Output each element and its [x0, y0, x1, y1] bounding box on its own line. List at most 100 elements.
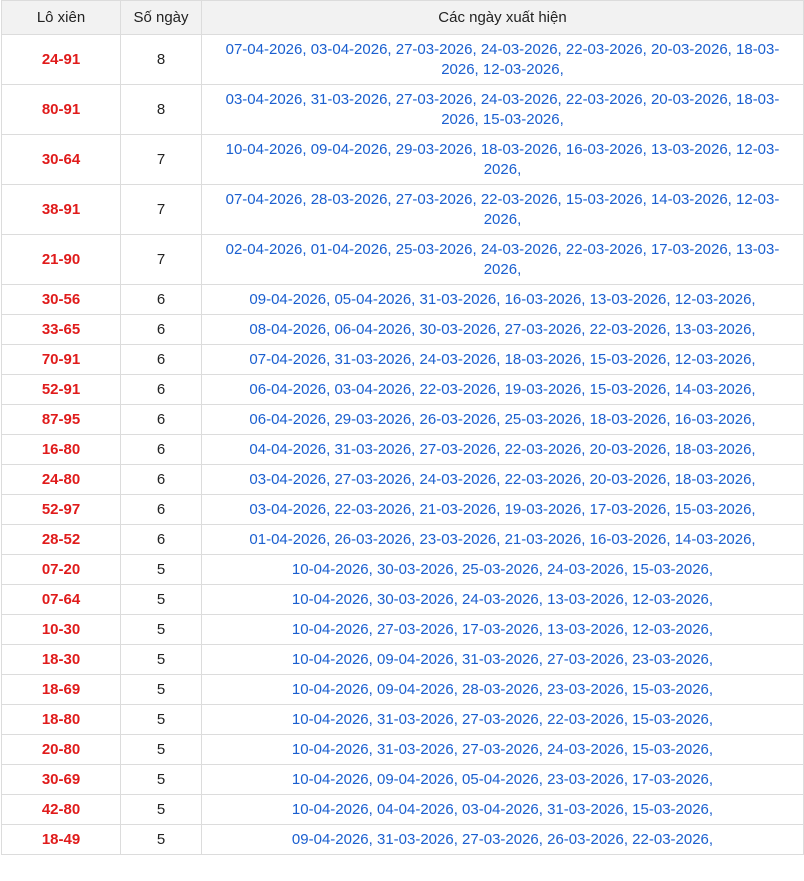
- table-row: 24-91 8 07-04-2026, 03-04-2026, 27-03-2026…: [1, 34, 804, 85]
- pair-cell: 33-65: [1, 314, 121, 345]
- table-row: 42-80 5 10-04-2026, 04-04-2026, 03-04-2026…: [1, 794, 804, 825]
- header-count: Số ngày: [120, 0, 202, 35]
- count-cell: 7: [120, 234, 202, 285]
- pair-cell: 16-80: [1, 434, 121, 465]
- pair-cell: 87-95: [1, 404, 121, 435]
- table-row: 07-20 5 10-04-2026, 30-03-2026, 25-03-2026…: [1, 554, 804, 585]
- pair-cell: 07-20: [1, 554, 121, 585]
- dates-cell: 08-04-2026, 06-04-2026, 30-03-2026, 27-0…: [201, 314, 804, 345]
- pair-cell: 07-64: [1, 584, 121, 615]
- table-row: 38-91 7 07-04-2026, 28-03-2026, 27-03-2026…: [1, 184, 804, 235]
- table-row: 28-52 6 01-04-2026, 26-03-2026, 23-03-2026…: [1, 524, 804, 555]
- count-cell: 6: [120, 314, 202, 345]
- dates-cell: 10-04-2026, 09-04-2026, 28-03-2026, 23-0…: [201, 674, 804, 705]
- table-row: 18-49 5 09-04-2026, 31-03-2026, 27-03-2026…: [1, 824, 804, 855]
- header-dates: Các ngày xuất hiện: [201, 0, 804, 35]
- dates-cell: 10-04-2026, 31-03-2026, 27-03-2026, 22-0…: [201, 704, 804, 735]
- count-cell: 6: [120, 524, 202, 555]
- count-cell: 7: [120, 184, 202, 235]
- count-cell: 5: [120, 704, 202, 735]
- count-cell: 5: [120, 674, 202, 705]
- pair-cell: 52-97: [1, 494, 121, 525]
- table-row: 16-80 6 04-04-2026, 31-03-2026, 27-03-2026…: [1, 434, 804, 465]
- dates-cell: 04-04-2026, 31-03-2026, 27-03-2026, 22-0…: [201, 434, 804, 465]
- dates-cell: 09-04-2026, 31-03-2026, 27-03-2026, 26-0…: [201, 824, 804, 855]
- dates-cell: 07-04-2026, 31-03-2026, 24-03-2026, 18-0…: [201, 344, 804, 375]
- count-cell: 6: [120, 374, 202, 405]
- count-cell: 7: [120, 134, 202, 185]
- dates-cell: 10-04-2026, 09-04-2026, 29-03-2026, 18-0…: [201, 134, 804, 185]
- count-cell: 5: [120, 614, 202, 645]
- pair-cell: 70-91: [1, 344, 121, 375]
- count-cell: 6: [120, 434, 202, 465]
- count-cell: 6: [120, 284, 202, 315]
- dates-cell: 07-04-2026, 28-03-2026, 27-03-2026, 22-0…: [201, 184, 804, 235]
- pair-cell: 52-91: [1, 374, 121, 405]
- table-body: 24-91 8 07-04-2026, 03-04-2026, 27-03-2026…: [1, 34, 804, 855]
- dates-cell: 10-04-2026, 04-04-2026, 03-04-2026, 31-0…: [201, 794, 804, 825]
- pair-cell: 42-80: [1, 794, 121, 825]
- dates-cell: 09-04-2026, 05-04-2026, 31-03-2026, 16-0…: [201, 284, 804, 315]
- table-row: 80-91 8 03-04-2026, 31-03-2026, 27-03-2026…: [1, 84, 804, 135]
- pair-cell: 24-91: [1, 34, 121, 85]
- dates-cell: 06-04-2026, 29-03-2026, 26-03-2026, 25-0…: [201, 404, 804, 435]
- pair-cell: 18-80: [1, 704, 121, 735]
- table-row: 18-69 5 10-04-2026, 09-04-2026, 28-03-2026…: [1, 674, 804, 705]
- pair-cell: 18-69: [1, 674, 121, 705]
- count-cell: 5: [120, 794, 202, 825]
- pair-cell: 10-30: [1, 614, 121, 645]
- pair-cell: 38-91: [1, 184, 121, 235]
- table-row: 30-56 6 09-04-2026, 05-04-2026, 31-03-2026…: [1, 284, 804, 315]
- table-row: 52-97 6 03-04-2026, 22-03-2026, 21-03-2026…: [1, 494, 804, 525]
- dates-cell: 10-04-2026, 09-04-2026, 31-03-2026, 27-0…: [201, 644, 804, 675]
- table-row: 07-64 5 10-04-2026, 30-03-2026, 24-03-2026…: [1, 584, 804, 615]
- count-cell: 6: [120, 344, 202, 375]
- dates-cell: 03-04-2026, 27-03-2026, 24-03-2026, 22-0…: [201, 464, 804, 495]
- dates-cell: 03-04-2026, 22-03-2026, 21-03-2026, 19-0…: [201, 494, 804, 525]
- table-row: 18-80 5 10-04-2026, 31-03-2026, 27-03-2026…: [1, 704, 804, 735]
- pair-cell: 80-91: [1, 84, 121, 135]
- table-row: 87-95 6 06-04-2026, 29-03-2026, 26-03-2026…: [1, 404, 804, 435]
- count-cell: 5: [120, 824, 202, 855]
- pair-cell: 18-30: [1, 644, 121, 675]
- table-row: 52-91 6 06-04-2026, 03-04-2026, 22-03-2026…: [1, 374, 804, 405]
- table-row: 70-91 6 07-04-2026, 31-03-2026, 24-03-2026…: [1, 344, 804, 375]
- dates-cell: 10-04-2026, 31-03-2026, 27-03-2026, 24-0…: [201, 734, 804, 765]
- lo-xien-table: Lô xiên Số ngày Các ngày xuất hiện 24-91…: [1, 0, 804, 855]
- dates-cell: 10-04-2026, 27-03-2026, 17-03-2026, 13-0…: [201, 614, 804, 645]
- pair-cell: 20-80: [1, 734, 121, 765]
- table-header-row: Lô xiên Số ngày Các ngày xuất hiện: [1, 0, 804, 35]
- pair-cell: 24-80: [1, 464, 121, 495]
- pair-cell: 18-49: [1, 824, 121, 855]
- dates-cell: 01-04-2026, 26-03-2026, 23-03-2026, 21-0…: [201, 524, 804, 555]
- table-row: 18-30 5 10-04-2026, 09-04-2026, 31-03-2026…: [1, 644, 804, 675]
- dates-cell: 02-04-2026, 01-04-2026, 25-03-2026, 24-0…: [201, 234, 804, 285]
- table-row: 33-65 6 08-04-2026, 06-04-2026, 30-03-2026…: [1, 314, 804, 345]
- dates-cell: 10-04-2026, 30-03-2026, 25-03-2026, 24-0…: [201, 554, 804, 585]
- table-row: 24-80 6 03-04-2026, 27-03-2026, 24-03-2026…: [1, 464, 804, 495]
- count-cell: 5: [120, 644, 202, 675]
- table-row: 21-90 7 02-04-2026, 01-04-2026, 25-03-2026…: [1, 234, 804, 285]
- count-cell: 5: [120, 584, 202, 615]
- table-row: 30-69 5 10-04-2026, 09-04-2026, 05-04-2026…: [1, 764, 804, 795]
- count-cell: 8: [120, 84, 202, 135]
- count-cell: 6: [120, 494, 202, 525]
- count-cell: 6: [120, 464, 202, 495]
- count-cell: 5: [120, 734, 202, 765]
- header-pair: Lô xiên: [1, 0, 121, 35]
- count-cell: 8: [120, 34, 202, 85]
- pair-cell: 21-90: [1, 234, 121, 285]
- pair-cell: 30-56: [1, 284, 121, 315]
- count-cell: 6: [120, 404, 202, 435]
- pair-cell: 30-69: [1, 764, 121, 795]
- table-row: 10-30 5 10-04-2026, 27-03-2026, 17-03-2026…: [1, 614, 804, 645]
- dates-cell: 06-04-2026, 03-04-2026, 22-03-2026, 19-0…: [201, 374, 804, 405]
- pair-cell: 30-64: [1, 134, 121, 185]
- dates-cell: 03-04-2026, 31-03-2026, 27-03-2026, 24-0…: [201, 84, 804, 135]
- pair-cell: 28-52: [1, 524, 121, 555]
- dates-cell: 10-04-2026, 30-03-2026, 24-03-2026, 13-0…: [201, 584, 804, 615]
- table-row: 30-64 7 10-04-2026, 09-04-2026, 29-03-2026…: [1, 134, 804, 185]
- count-cell: 5: [120, 764, 202, 795]
- dates-cell: 10-04-2026, 09-04-2026, 05-04-2026, 23-0…: [201, 764, 804, 795]
- dates-cell: 07-04-2026, 03-04-2026, 27-03-2026, 24-0…: [201, 34, 804, 85]
